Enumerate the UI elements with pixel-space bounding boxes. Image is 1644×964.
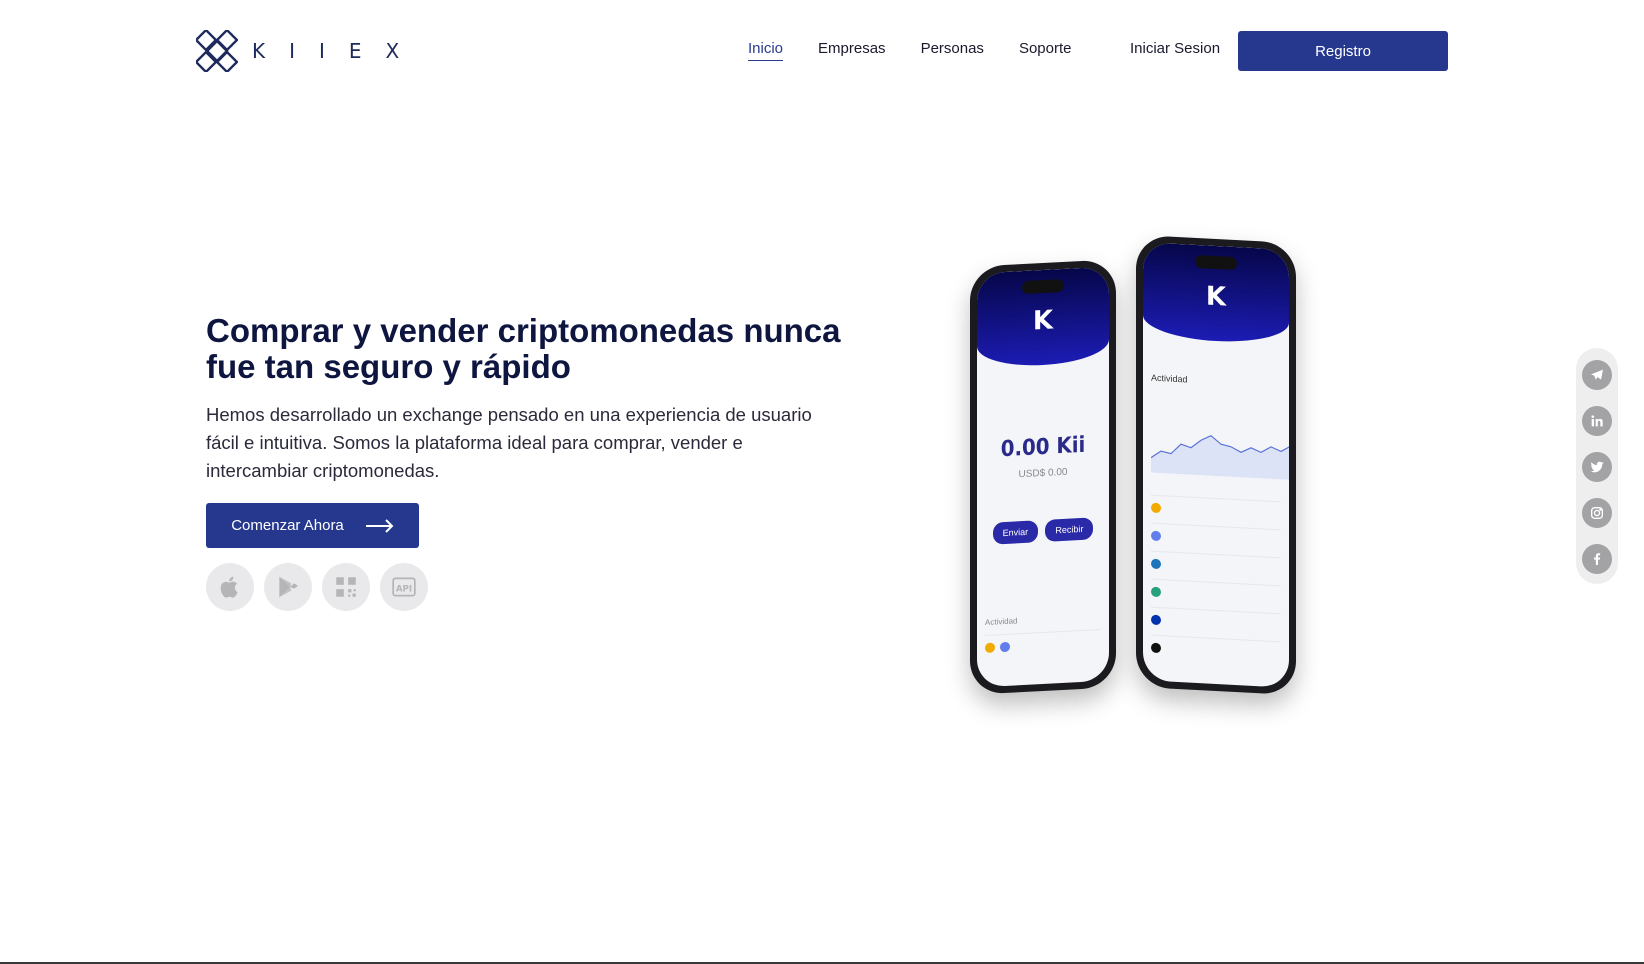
nav-item-empresas[interactable]: Empresas <box>818 40 886 61</box>
linkedin-icon[interactable] <box>1582 406 1612 436</box>
nav-item-inicio[interactable]: Inicio <box>748 40 784 61</box>
ethereum-icon <box>1000 641 1010 652</box>
phone-right: K Actividad <box>1136 234 1296 696</box>
activity-row <box>985 628 1101 660</box>
facebook-icon[interactable] <box>1582 544 1612 574</box>
dash-icon <box>1151 558 1161 569</box>
nav-item-personas[interactable]: Personas <box>921 40 984 61</box>
qr-code-icon[interactable] <box>322 563 370 611</box>
activity-label: Actividad <box>1151 372 1188 385</box>
phone-left-screen: K 0.00 Kii USD$ 0.00 Enviar Recibir Acti… <box>977 266 1109 688</box>
coin-row <box>1151 578 1281 610</box>
coin-row <box>1151 550 1281 582</box>
twitter-icon[interactable] <box>1582 452 1612 482</box>
app-store-icons: API <box>206 563 428 611</box>
balance-usd: USD$ 0.00 <box>1018 466 1068 481</box>
receive-button: Recibir <box>1045 517 1094 542</box>
start-now-label: Comenzar Ahora <box>231 517 344 534</box>
header: KIIEX Inicio Empresas Personas Soporte I… <box>0 0 1644 100</box>
phone-right-screen: K Actividad <box>1143 242 1289 688</box>
hero-description: Hemos desarrollado un exchange pensado e… <box>206 404 812 481</box>
apple-icon[interactable] <box>206 563 254 611</box>
bitcoin-icon <box>1151 502 1161 513</box>
brand-wordmark: KIIEX <box>252 39 424 63</box>
phone-left: K 0.00 Kii USD$ 0.00 Enviar Recibir Acti… <box>970 259 1116 695</box>
activity-label: Actividad <box>985 616 1018 628</box>
cardano-icon <box>1151 614 1161 625</box>
logo-mark-icon <box>196 30 238 72</box>
telegram-icon[interactable] <box>1582 360 1612 390</box>
phone-actions: Enviar Recibir <box>989 517 1097 545</box>
tether-icon <box>1151 586 1161 597</box>
coin-row <box>1151 494 1281 526</box>
coin-row <box>1151 634 1281 666</box>
main-nav: Inicio Empresas Personas Soporte <box>748 40 1106 61</box>
ethereum-icon <box>1151 530 1161 541</box>
brand-logo[interactable]: KIIEX <box>196 30 423 72</box>
solana-icon <box>1151 642 1161 653</box>
register-button[interactable]: Registro <box>1238 31 1448 71</box>
phones-mockup: K 0.00 Kii USD$ 0.00 Enviar Recibir Acti… <box>960 234 1300 696</box>
instagram-icon[interactable] <box>1582 498 1612 528</box>
hero-title: Comprar y vender criptomonedas nunca fue… <box>206 312 841 385</box>
api-icon[interactable]: API <box>380 563 428 611</box>
bitcoin-icon <box>985 642 995 653</box>
nav-item-soporte[interactable]: Soporte <box>1019 40 1072 61</box>
coin-row <box>1151 606 1281 638</box>
coin-row <box>1151 522 1281 554</box>
price-chart <box>1151 435 1289 480</box>
svg-text:API: API <box>396 584 412 594</box>
start-now-button[interactable]: Comenzar Ahora <box>206 503 419 548</box>
send-button: Enviar <box>992 520 1039 545</box>
google-play-icon[interactable] <box>264 563 312 611</box>
k-logo-icon: K <box>1205 281 1227 313</box>
k-logo-icon: K <box>1032 305 1054 337</box>
social-links <box>1576 348 1618 584</box>
login-link[interactable]: Iniciar Sesion <box>1130 40 1220 57</box>
balance-value: 0.00 Kii <box>1000 432 1086 463</box>
arrow-right-icon <box>365 518 394 533</box>
